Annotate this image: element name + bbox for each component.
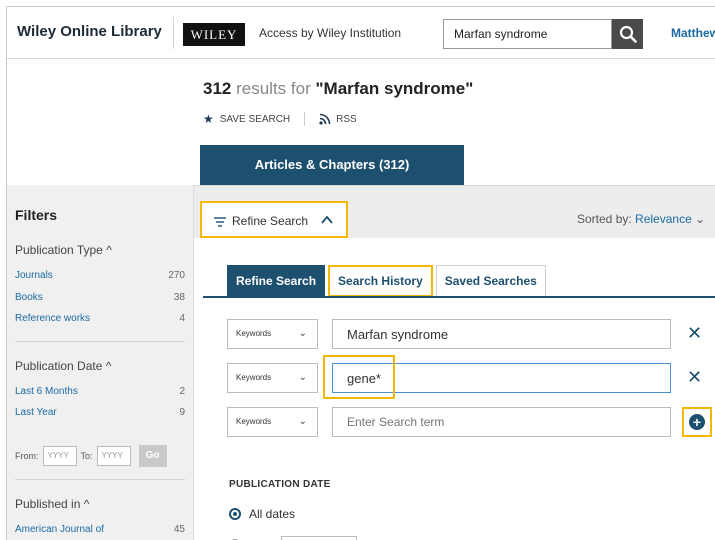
filter-last-year-count: 9 [179,407,185,418]
remove-row-1-close-icon[interactable]: ✕ [687,323,702,344]
chevron-up-icon [321,215,333,224]
field-select-1[interactable]: Keywords ⌄ [227,319,318,349]
chevron-up-icon: ^ [105,359,112,373]
date-option-row [229,536,359,540]
filter-journals[interactable]: Journals [15,270,53,281]
filter-last-6-months[interactable]: Last 6 Months [15,386,78,397]
top-header: Wiley Online Library WILEY Access by Wil… [7,7,715,59]
filter-books-count: 38 [173,292,185,303]
filter-last-6-months-count: 2 [179,386,185,397]
from-year-input[interactable]: YYYY [42,446,77,466]
filter-lines-icon [214,217,226,227]
filter-journals-count: 270 [168,270,185,281]
field-select-2[interactable]: Keywords ⌄ [227,363,318,393]
header-divider [173,17,174,49]
date-select[interactable] [281,536,357,540]
plus-circle-icon: + [689,414,705,430]
search-button[interactable] [612,19,643,49]
sorted-label: Sorted by: [577,212,632,226]
remove-row-2-close-icon[interactable]: ✕ [687,367,702,388]
sort-control[interactable]: Sorted by: Relevance ⌄ [577,212,705,226]
radio-selected-icon [229,508,241,520]
results-summary: 312 results for "Marfan syndrome" [203,79,473,99]
rss-icon [319,113,331,125]
institution-access: Access by Wiley Institution [259,26,402,40]
sorted-value: Relevance [635,212,692,226]
search-term-input-1[interactable] [332,319,671,349]
tab-articles-chapters[interactable]: Articles & Chapters (312) [200,145,464,185]
refine-panel-tabs: Refine Search Search History Saved Searc… [227,265,549,297]
to-label: To: [80,451,93,461]
published-in-heading[interactable]: Published in ^ [15,497,89,511]
sidebar-divider [15,479,185,480]
publication-date-heading-panel: PUBLICATION DATE [229,479,331,490]
filter-reference-works-count: 4 [179,313,185,324]
star-icon: ★ [203,112,214,126]
refine-search-toggle[interactable]: Refine Search [200,201,348,238]
publication-date-heading[interactable]: Publication Date ^ [15,359,111,373]
chevron-down-icon: ⌄ [695,212,706,226]
save-search-link[interactable]: SAVE SEARCH [220,114,290,125]
results-label: results for [236,79,311,98]
search-input[interactable] [443,19,612,49]
actions-divider [304,112,306,126]
all-dates-option[interactable]: All dates [229,507,295,521]
add-row-button[interactable]: + [682,407,712,437]
filters-title: Filters [15,207,58,223]
search-term-input-3[interactable] [332,407,671,437]
tab-refine-search[interactable]: Refine Search [227,265,326,297]
app-frame: Wiley Online Library WILEY Access by Wil… [6,6,715,540]
search-icon [619,25,637,43]
filter-books[interactable]: Books [15,292,43,303]
filter-american-journal-count: 45 [173,524,185,535]
refine-search-label: Refine Search [232,214,309,228]
go-button[interactable]: Go [138,445,167,467]
panel-divider [203,296,715,298]
site-brand[interactable]: Wiley Online Library [17,23,162,40]
results-count: 312 [203,79,232,98]
to-year-input[interactable]: YYYY [96,446,131,466]
filter-american-journal[interactable]: American Journal of [15,524,104,535]
chevron-down-icon: ⌄ [298,416,307,427]
date-range-row: From: YYYY To: YYYY Go [15,445,167,467]
chevron-down-icon: ⌄ [298,372,307,383]
wiley-logo[interactable]: WILEY [183,23,245,46]
results-actions: ★ SAVE SEARCH RSS [203,112,357,126]
from-label: From: [15,451,39,461]
filter-last-year[interactable]: Last Year [15,407,57,418]
user-account-link[interactable]: Matthew [671,26,715,40]
chevron-down-icon: ⌄ [298,328,307,339]
results-query: "Marfan syndrome" [315,79,474,98]
chevron-up-icon: ^ [83,497,90,511]
field-select-3[interactable]: Keywords ⌄ [227,407,318,437]
publication-type-heading[interactable]: Publication Type ^ [15,243,112,257]
tab-search-history[interactable]: Search History [328,265,433,297]
sidebar-divider [15,341,185,342]
chevron-up-icon: ^ [106,243,112,257]
highlight-box [323,355,395,399]
rss-link[interactable]: RSS [336,114,357,125]
filter-reference-works[interactable]: Reference works [15,313,90,324]
tab-saved-searches[interactable]: Saved Searches [435,265,546,297]
